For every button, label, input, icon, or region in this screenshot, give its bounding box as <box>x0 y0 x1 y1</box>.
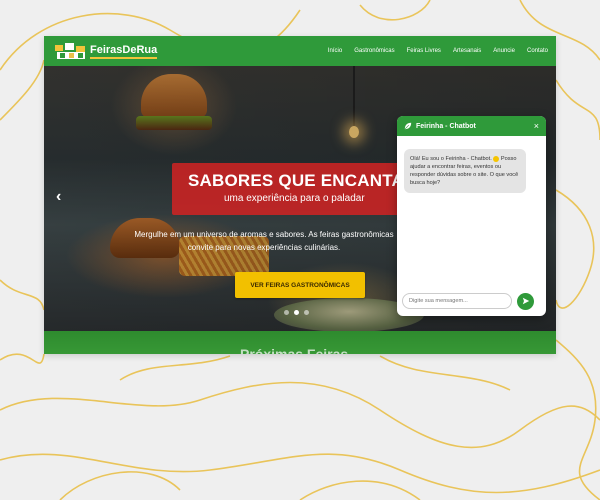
carousel-dot-3[interactable] <box>304 310 309 315</box>
carousel-dot-2[interactable] <box>294 310 299 315</box>
next-section: Próximas Feiras <box>44 331 556 354</box>
hero-subtitle: uma experiência para o paladar <box>224 193 365 204</box>
chatbot-messages: Olá! Eu sou o Feirinha - Chatbot. Posso … <box>397 136 546 286</box>
nav-link-feiras-livres[interactable]: Feiras Livres <box>407 48 441 54</box>
chat-message-input[interactable] <box>402 293 512 309</box>
carousel-prev-icon[interactable]: ‹ <box>56 188 61 206</box>
hero-description-line-1: Mergulhe em um universo de aromas e sabo… <box>134 230 394 239</box>
section-heading: Próximas Feiras <box>240 346 349 354</box>
nav-link-anuncie[interactable]: Anuncie <box>493 48 515 54</box>
hero-description-line-2: convite para novas experiências culinári… <box>187 243 341 252</box>
chatbot-widget: Feirinha - Chatbot × Olá! Eu sou o Feiri… <box>397 116 546 316</box>
carousel-indicators <box>284 310 314 315</box>
chatbot-title: Feirinha - Chatbot <box>416 122 476 130</box>
bot-message-greeting: Olá! Eu sou o Feirinha - Chatbot. <box>410 156 492 162</box>
chatbot-input-bar <box>397 286 546 316</box>
nav-link-gastronomicas[interactable]: Gastronômicas <box>354 48 394 54</box>
leaf-icon <box>404 122 412 130</box>
nav-link-contato[interactable]: Contato <box>527 48 548 54</box>
smile-emoji-icon <box>493 155 500 162</box>
brand[interactable]: FeirasDeRua <box>54 41 158 61</box>
carousel-dot-1[interactable] <box>284 310 289 315</box>
hero-description: Mergulhe em um universo de aromas e sabo… <box>114 228 414 254</box>
bot-message: Olá! Eu sou o Feirinha - Chatbot. Posso … <box>404 149 526 193</box>
brand-name[interactable]: FeirasDeRua <box>90 44 158 59</box>
send-button[interactable] <box>517 292 534 310</box>
see-gastronomic-fairs-button[interactable]: VER FEIRAS GASTRONÔMICAS <box>235 272 365 298</box>
hero-title-box: SABORES QUE ENCANTA uma experiência para… <box>172 163 405 215</box>
chatbot-header: Feirinha - Chatbot × <box>397 116 546 136</box>
nav-links: Início Gastronômicas Feiras Livres Artes… <box>316 48 548 54</box>
nav-link-inicio[interactable]: Início <box>328 48 342 54</box>
top-navbar: FeirasDeRua Início Gastronômicas Feiras … <box>44 36 556 66</box>
nav-link-artesanais[interactable]: Artesanais <box>453 48 481 54</box>
hero-title: SABORES QUE ENCANTA <box>188 171 405 190</box>
market-stall-logo-icon <box>55 43 85 59</box>
close-icon[interactable]: × <box>534 121 539 131</box>
send-icon <box>522 297 529 305</box>
